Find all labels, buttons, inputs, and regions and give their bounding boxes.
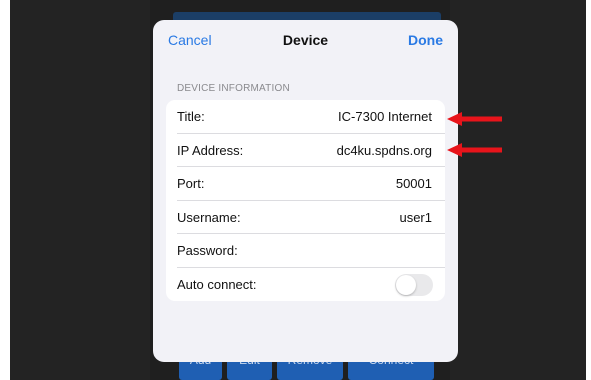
password-row[interactable]: Password: [166,234,445,268]
ip-address-label: IP Address: [177,142,244,158]
device-sheet: Cancel Device Done DEVICE INFORMATION Ti… [153,20,458,362]
username-label: Username: [177,209,241,225]
auto-connect-row: Auto connect: [166,268,445,302]
toggle-knob [396,274,416,295]
done-button[interactable]: Done [408,32,443,48]
ip-address-field[interactable]: dc4ku.spdns.org [337,143,432,158]
section-header: DEVICE INFORMATION [177,83,290,94]
password-label: Password: [177,243,238,258]
username-row[interactable]: Username: user1 [166,201,445,234]
left-arrow-icon [447,112,502,126]
auto-connect-label: Auto connect: [177,276,257,292]
port-row[interactable]: Port: 50001 [166,167,445,201]
port-label: Port: [177,176,205,191]
port-field[interactable]: 50001 [396,176,432,191]
device-info-group: Title: IC-7300 Internet IP Address: dc4k… [166,100,445,301]
title-row[interactable]: Title: IC-7300 Internet [166,100,445,134]
left-arrow-icon [447,143,502,157]
navigation-bar: Cancel Device Done [153,20,458,62]
auto-connect-toggle[interactable] [395,273,433,296]
ip-address-row[interactable]: IP Address: dc4ku.spdns.org [166,134,445,167]
title-label: Title: [177,109,205,124]
title-field[interactable]: IC-7300 Internet [338,109,432,124]
username-field[interactable]: user1 [399,210,432,225]
